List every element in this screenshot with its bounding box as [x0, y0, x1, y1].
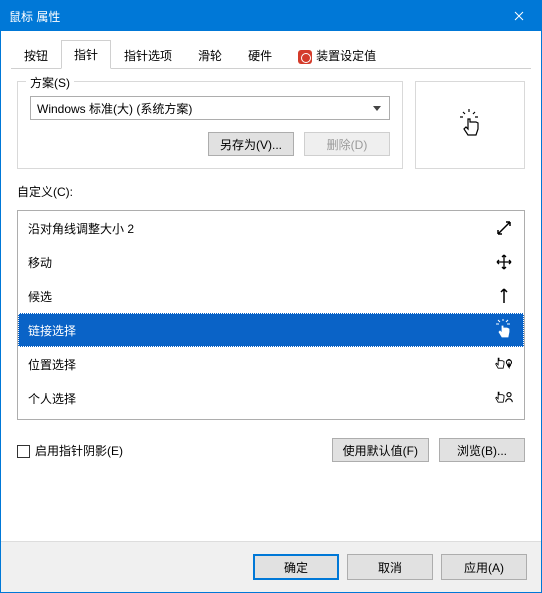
bottom-row: 启用指针阴影(E) 使用默认值(F) 浏览(B)...: [17, 438, 525, 462]
enable-shadow-checkbox[interactable]: 启用指针阴影(E): [17, 442, 123, 459]
tab-label: 装置设定值: [316, 49, 376, 63]
checkbox-label: 启用指针阴影(E): [35, 444, 123, 458]
link-hand-icon: [494, 320, 514, 340]
titlebar: 鼠标 属性: [1, 1, 541, 31]
tab-device-settings[interactable]: 装置设定值: [285, 41, 389, 69]
tab-pointer-options[interactable]: 指针选项: [111, 41, 185, 69]
link-hand-icon: [456, 109, 484, 141]
item-label: 位置选择: [28, 356, 494, 373]
location-icon: [494, 354, 514, 374]
tab-label: 指针选项: [124, 49, 172, 63]
button-label: 另存为(V)...: [220, 136, 282, 153]
dialog-footer: 确定 取消 应用(A): [1, 541, 541, 592]
cursor-listbox[interactable]: 沿对角线调整大小 2 移动 候选 链接选择 位置选择: [17, 210, 525, 420]
device-icon: [298, 50, 312, 64]
button-label: 确定: [284, 559, 308, 576]
apply-button[interactable]: 应用(A): [441, 554, 527, 580]
list-item[interactable]: 移动: [18, 245, 524, 279]
button-label: 浏览(B)...: [457, 442, 507, 459]
scheme-row: 方案(S) Windows 标准(大) (系统方案) 另存为(V)... 删除(…: [17, 81, 525, 169]
tab-label: 按钮: [24, 49, 48, 63]
tab-label: 滑轮: [198, 49, 222, 63]
browse-button[interactable]: 浏览(B)...: [439, 438, 525, 462]
save-as-button[interactable]: 另存为(V)...: [208, 132, 294, 156]
tab-wheel[interactable]: 滑轮: [185, 41, 235, 69]
window-title: 鼠标 属性: [1, 8, 496, 25]
scheme-selected-value: Windows 标准(大) (系统方案): [37, 100, 192, 117]
list-item[interactable]: 沿对角线调整大小 2: [18, 211, 524, 245]
list-item[interactable]: 位置选择: [18, 347, 524, 381]
button-label: 使用默认值(F): [343, 442, 418, 459]
tab-pointers[interactable]: 指针: [61, 40, 111, 69]
cursor-preview: [415, 81, 525, 169]
list-item[interactable]: 链接选择: [18, 313, 524, 347]
tab-content: 方案(S) Windows 标准(大) (系统方案) 另存为(V)... 删除(…: [1, 69, 541, 541]
item-label: 链接选择: [28, 322, 494, 339]
alt-icon: [494, 286, 514, 306]
ok-button[interactable]: 确定: [253, 554, 339, 580]
item-label: 移动: [28, 254, 494, 271]
mouse-properties-window: 鼠标 属性 按钮 指针 指针选项 滑轮 硬件 装置设定值 方案(S) Windo…: [0, 0, 542, 593]
tab-hardware[interactable]: 硬件: [235, 41, 285, 69]
checkbox-box: [17, 445, 30, 458]
list-item[interactable]: 个人选择: [18, 381, 524, 415]
scheme-dropdown[interactable]: Windows 标准(大) (系统方案): [30, 96, 390, 120]
scheme-legend: 方案(S): [26, 74, 74, 91]
item-label: 沿对角线调整大小 2: [28, 220, 494, 237]
tab-label: 硬件: [248, 49, 272, 63]
scheme-fieldset: 方案(S) Windows 标准(大) (系统方案) 另存为(V)... 删除(…: [17, 81, 403, 169]
button-label: 取消: [378, 559, 402, 576]
person-icon: [494, 388, 514, 408]
scheme-buttons: 另存为(V)... 删除(D): [30, 132, 390, 156]
move-icon: [494, 252, 514, 272]
use-default-button[interactable]: 使用默认值(F): [332, 438, 429, 462]
tab-label: 指针: [74, 48, 98, 62]
customize-label: 自定义(C):: [17, 183, 525, 200]
cancel-button[interactable]: 取消: [347, 554, 433, 580]
close-button[interactable]: [496, 1, 541, 31]
button-label: 删除(D): [327, 136, 368, 153]
item-label: 候选: [28, 288, 494, 305]
delete-button: 删除(D): [304, 132, 390, 156]
list-item[interactable]: 候选: [18, 279, 524, 313]
resize-diag2-icon: [494, 218, 514, 238]
cursor-listbox-scroll[interactable]: 沿对角线调整大小 2 移动 候选 链接选择 位置选择: [18, 211, 524, 419]
tab-buttons[interactable]: 按钮: [11, 41, 61, 69]
item-label: 个人选择: [28, 390, 494, 407]
button-label: 应用(A): [464, 559, 504, 576]
tabs-row: 按钮 指针 指针选项 滑轮 硬件 装置设定值: [11, 39, 531, 69]
